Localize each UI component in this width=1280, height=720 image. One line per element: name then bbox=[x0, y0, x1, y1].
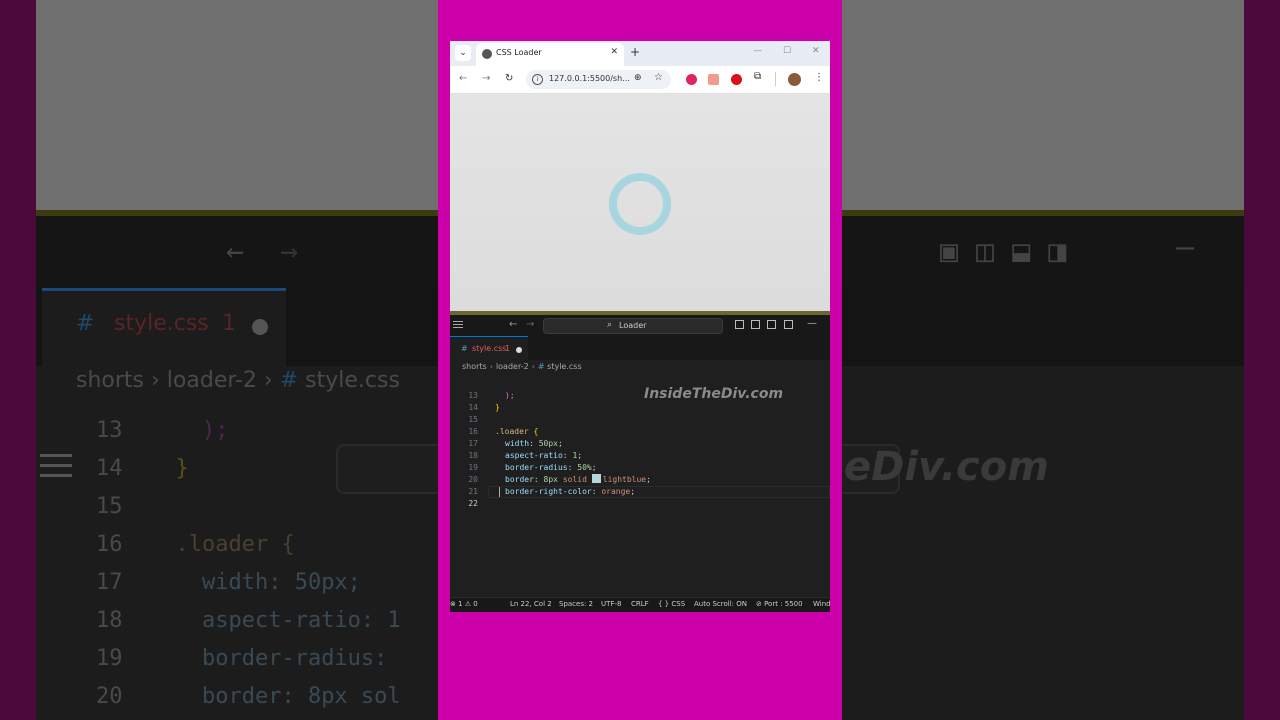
window-minimize-icon[interactable]: — bbox=[753, 46, 762, 56]
css-loader-spinner bbox=[609, 173, 671, 235]
code-line-22: 22 bbox=[468, 499, 478, 508]
background-layout-icons: ▣ ◫ ⬓ ◨ bbox=[940, 234, 1067, 269]
editor-minimize-icon[interactable]: — bbox=[807, 318, 817, 329]
extensions-puzzle-icon[interactable]: ⧉ bbox=[754, 71, 761, 82]
background-menu-icon bbox=[40, 454, 72, 484]
zoom-icon[interactable]: ⊕ bbox=[634, 73, 642, 83]
hamburger-menu-icon[interactable] bbox=[453, 321, 463, 330]
background-tab-file: style.css bbox=[114, 311, 209, 336]
background-tab: # style.css 1 bbox=[42, 288, 286, 366]
status-language[interactable]: { } CSS bbox=[658, 600, 685, 608]
background-line-20: 20 border: 8px sol bbox=[96, 684, 401, 709]
css-file-icon: # bbox=[461, 344, 468, 353]
toolbar-divider bbox=[775, 72, 776, 86]
background-line-19: 19 border-radius: bbox=[96, 646, 388, 671]
forward-icon[interactable]: → bbox=[482, 73, 490, 84]
background-tab-count: 1 bbox=[222, 311, 236, 336]
code-line-16: 16 .loader { bbox=[468, 427, 539, 436]
background-minimize-icon: — bbox=[1176, 230, 1195, 265]
background-edge-right bbox=[1244, 0, 1280, 720]
url-text: 127.0.0.1:5500/sh... bbox=[549, 74, 630, 83]
tab-title: CSS Loader bbox=[496, 48, 542, 57]
toggle-sidebar-icon[interactable] bbox=[751, 320, 760, 329]
text-caret bbox=[499, 487, 500, 497]
status-indentation[interactable]: Spaces: 2 bbox=[559, 600, 593, 608]
code-editor: ← → ⌕ Loader — # style.css 1 shorts › load… bbox=[450, 315, 830, 612]
extension-record-icon[interactable] bbox=[686, 74, 697, 85]
status-live-server-port[interactable]: ⊘ Port : 5500 bbox=[756, 600, 803, 608]
browser-tab[interactable]: CSS Loader ✕ bbox=[476, 43, 624, 66]
background-line-17: 17 width: 50px; bbox=[96, 570, 361, 595]
background-tab-hash: # bbox=[76, 311, 95, 336]
editor-tab-style-css[interactable]: # style.css 1 bbox=[450, 336, 528, 360]
editor-forward-icon[interactable]: → bbox=[526, 319, 534, 330]
background-line-13: 13 ); bbox=[96, 418, 229, 443]
window-maximize-icon[interactable]: ☐ bbox=[783, 46, 791, 56]
breadcrumb-css-icon: # bbox=[537, 362, 545, 371]
customize-layout-icon[interactable] bbox=[735, 320, 744, 329]
background-line-14: 14 } bbox=[96, 456, 189, 481]
tab-close-icon[interactable]: ✕ bbox=[610, 47, 618, 57]
search-icon: ⌕ bbox=[607, 320, 613, 330]
address-bar[interactable]: i 127.0.0.1:5500/sh... ⊕ ☆ bbox=[526, 70, 671, 89]
background-line-16: 16 .loader { bbox=[96, 532, 295, 557]
code-line-19: 19 border-radius: 50%; bbox=[468, 463, 597, 472]
status-bar: ⊗ 1 ⚠ 0 Ln 22, Col 2 Spaces: 2 UTF-8 CRL… bbox=[450, 597, 830, 612]
window-close-icon[interactable]: ✕ bbox=[812, 46, 820, 56]
back-icon[interactable]: ← bbox=[459, 73, 467, 84]
site-info-icon[interactable]: i bbox=[532, 74, 543, 85]
new-tab-icon[interactable]: + bbox=[630, 45, 640, 59]
status-extra[interactable]: Wind bbox=[813, 600, 830, 608]
code-line-15: 15 bbox=[468, 415, 478, 424]
background-line-15: 15 bbox=[96, 494, 123, 519]
breadcrumb-folder-loader[interactable]: loader-2 bbox=[496, 362, 529, 371]
background-back-icon: ← bbox=[226, 234, 245, 269]
editor-tab-row: # style.css 1 bbox=[450, 336, 830, 360]
command-search-text: Loader bbox=[619, 321, 647, 330]
editor-tab-problem-count: 1 bbox=[505, 344, 511, 353]
toggle-secondary-sidebar-icon[interactable] bbox=[784, 320, 793, 329]
code-line-17: 17 width: 50px; bbox=[468, 439, 563, 448]
command-search-box[interactable]: ⌕ Loader bbox=[543, 318, 723, 334]
tab-search-dropdown-icon[interactable]: ⌄ bbox=[455, 45, 471, 61]
extension-screenshot-icon[interactable] bbox=[708, 74, 719, 85]
breadcrumb-file[interactable]: style.css bbox=[547, 362, 581, 371]
code-line-21: 21 border-right-color: orange; bbox=[468, 487, 636, 496]
background-breadcrumb: shorts › loader-2 › # style.css bbox=[76, 368, 400, 393]
reload-icon[interactable]: ↻ bbox=[505, 73, 513, 84]
editor-titlebar: ← → ⌕ Loader — bbox=[450, 315, 830, 336]
tab-strip: ⌄ CSS Loader ✕ + — ☐ ✕ bbox=[450, 41, 830, 66]
page-viewport bbox=[450, 94, 830, 313]
background-tab-dot bbox=[252, 319, 268, 335]
browser-navbar: ← → ↻ i 127.0.0.1:5500/sh... ⊕ ☆ ⧉ ⋮ bbox=[450, 66, 830, 94]
status-problems[interactable]: ⊗ 1 ⚠ 0 bbox=[450, 600, 478, 608]
status-autoscroll[interactable]: Auto Scroll: ON bbox=[694, 600, 747, 608]
watermark-text: InsideTheDiv.com bbox=[644, 386, 784, 402]
background-watermark: eDiv.com bbox=[844, 444, 1049, 490]
breadcrumb: shorts › loader-2 › # style.css bbox=[462, 362, 582, 371]
breadcrumb-folder-shorts[interactable]: shorts bbox=[462, 362, 487, 371]
code-line-20: 20 border: 8px solid lightblue; bbox=[468, 474, 651, 484]
background-forward-icon: → bbox=[280, 234, 299, 269]
profile-avatar[interactable] bbox=[788, 73, 801, 86]
extension-opera-icon[interactable] bbox=[731, 74, 742, 85]
unsaved-dot-icon[interactable] bbox=[516, 347, 522, 353]
status-eol[interactable]: CRLF bbox=[631, 600, 649, 608]
toggle-panel-icon[interactable] bbox=[767, 320, 776, 329]
browser-window: ⌄ CSS Loader ✕ + — ☐ ✕ ← → ↻ i 127.0.0.1… bbox=[450, 41, 830, 313]
background-line-18: 18 aspect-ratio: 1 bbox=[96, 608, 401, 633]
status-cursor-position[interactable]: Ln 22, Col 2 bbox=[510, 600, 552, 608]
menu-kebab-icon[interactable]: ⋮ bbox=[814, 72, 824, 83]
code-line-18: 18 aspect-ratio: 1; bbox=[468, 451, 583, 460]
background-edge-left bbox=[0, 0, 36, 720]
editor-back-icon[interactable]: ← bbox=[509, 319, 517, 330]
globe-icon bbox=[482, 49, 492, 59]
status-encoding[interactable]: UTF-8 bbox=[601, 600, 621, 608]
editor-tab-label: style.css bbox=[472, 344, 507, 353]
bookmark-star-icon[interactable]: ☆ bbox=[654, 72, 663, 83]
